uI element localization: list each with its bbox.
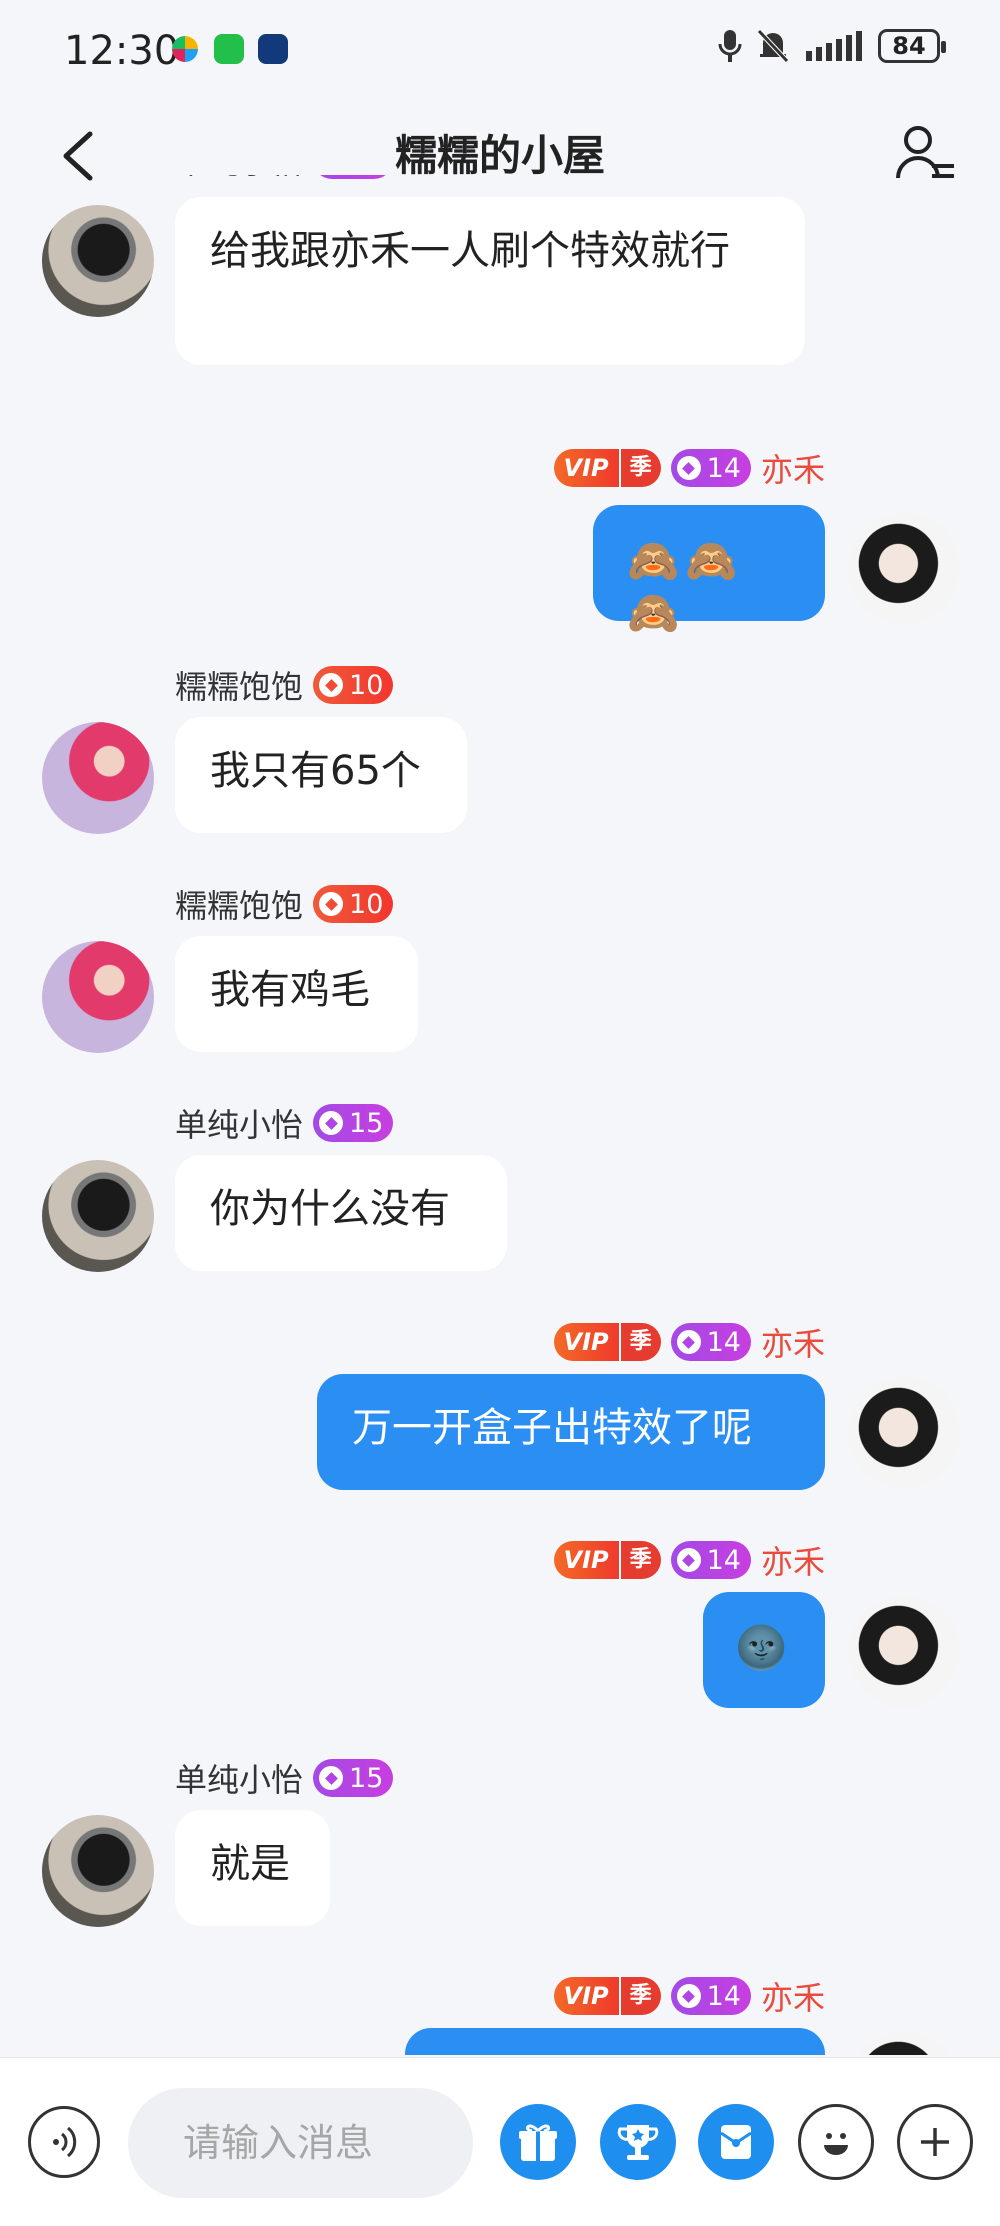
sender-meta: VIP 季 14 亦禾 xyxy=(553,445,825,491)
sender-name: 亦禾 xyxy=(760,1543,825,1581)
avatar[interactable] xyxy=(42,722,154,834)
gem-icon xyxy=(319,1111,344,1135)
avatar[interactable] xyxy=(42,205,154,317)
smile-icon xyxy=(824,2133,848,2155)
message-bubble[interactable] xyxy=(405,2028,825,2055)
avatar[interactable] xyxy=(42,941,154,1053)
voice-icon xyxy=(53,2126,77,2158)
avatar[interactable] xyxy=(848,2031,960,2055)
avatar[interactable] xyxy=(848,513,960,625)
sender-name: 糯糯饱饱 xyxy=(175,887,304,925)
message-bubble[interactable]: 就是 xyxy=(175,1810,330,1926)
sender-meta: 单纯小怡 15 xyxy=(175,175,394,183)
sender-meta: 单纯小怡 15 xyxy=(175,1100,394,1146)
red-packet-button[interactable] xyxy=(698,2104,774,2180)
level-badge: 10 xyxy=(313,666,394,704)
sender-name: 糯糯饱饱 xyxy=(175,668,304,706)
gem-icon xyxy=(676,1548,701,1572)
gem-icon xyxy=(319,892,344,916)
message-bubble[interactable]: 你为什么没有 xyxy=(175,1155,507,1271)
message-input[interactable] xyxy=(128,2088,473,2198)
wechat-icon xyxy=(214,34,244,64)
gem-icon xyxy=(676,1984,701,2008)
level-badge: 14 xyxy=(670,449,751,487)
avatar[interactable] xyxy=(848,1595,960,1707)
plus-icon xyxy=(921,2128,949,2156)
battery-icon: 84 xyxy=(878,29,946,63)
trophy-button[interactable] xyxy=(600,2104,676,2180)
level-badge: 15 xyxy=(313,1104,394,1142)
status-time: 12:30 xyxy=(64,28,180,74)
sender-name: 单纯小怡 xyxy=(175,1106,304,1144)
avatar[interactable] xyxy=(848,1377,960,1489)
gem-icon xyxy=(676,456,701,480)
message-list[interactable]: 单纯小怡 15 给我跟亦禾一人刷个特效就行 VIP季 14 亦禾 🙈🙈🙈 糯糯饱… xyxy=(0,175,1000,2055)
sender-name: 单纯小怡 xyxy=(175,1761,304,1799)
gift-icon xyxy=(519,2124,557,2161)
sender-meta: 糯糯饱饱 10 xyxy=(175,881,394,927)
vip-badge: VIP 季 xyxy=(553,1323,661,1361)
vip-badge: VIP 季 xyxy=(553,1541,661,1579)
sender-name: 亦禾 xyxy=(760,1979,825,2017)
sender-name: 亦禾 xyxy=(760,1325,825,1363)
sender-name: 单纯小怡 xyxy=(175,175,303,183)
more-button[interactable] xyxy=(897,2104,973,2180)
mute-bell-icon xyxy=(757,29,789,63)
sender-meta: VIP 季 14 亦禾 xyxy=(553,1537,825,1583)
signal-icon xyxy=(806,31,862,61)
app-notification-icon xyxy=(258,34,288,64)
input-bar xyxy=(0,2057,1000,2226)
page-title: 糯糯的小屋 xyxy=(394,131,605,180)
sender-meta: 糯糯饱饱 10 xyxy=(175,662,394,708)
level-badge: 10 xyxy=(313,885,394,923)
gem-icon xyxy=(319,673,344,697)
sender-meta: VIP 季 14 亦禾 xyxy=(553,1973,825,2019)
red-packet-icon xyxy=(720,2125,752,2159)
microphone-icon xyxy=(718,30,742,62)
gem-icon xyxy=(676,1330,701,1354)
message-bubble[interactable]: 给我跟亦禾一人刷个特效就行 xyxy=(175,197,805,365)
level-badge: 15 xyxy=(313,175,394,179)
message-bubble[interactable]: 🌚 xyxy=(703,1592,825,1708)
app-notification-icon xyxy=(172,36,198,62)
emoji-button[interactable] xyxy=(798,2104,874,2180)
message-bubble[interactable]: 我只有65个 xyxy=(175,717,467,833)
vip-badge: VIP 季 xyxy=(553,1977,661,2015)
voice-button[interactable] xyxy=(28,2106,100,2178)
gem-icon xyxy=(319,1766,344,1790)
message-bubble[interactable]: 🙈🙈🙈 xyxy=(593,505,825,637)
level-badge: 14 xyxy=(670,1977,751,2015)
avatar[interactable] xyxy=(42,1815,154,1927)
gift-button[interactable] xyxy=(500,2104,576,2180)
vip-badge: VIP 季 xyxy=(553,449,661,487)
avatar[interactable] xyxy=(42,1160,154,1272)
trophy-icon xyxy=(617,2125,659,2160)
status-bar: 12:30 84 xyxy=(0,0,1000,100)
status-indicators: 84 xyxy=(718,28,946,64)
level-badge: 14 xyxy=(670,1541,751,1579)
sender-meta: 单纯小怡 15 xyxy=(175,1755,394,1801)
message-bubble[interactable]: 万一开盒子出特效了呢 xyxy=(317,1374,825,1490)
sender-meta: VIP 季 14 亦禾 xyxy=(553,1319,825,1365)
sender-name: 亦禾 xyxy=(760,451,825,489)
level-badge: 15 xyxy=(313,1759,394,1797)
level-badge: 14 xyxy=(670,1323,751,1361)
message-bubble[interactable]: 我有鸡毛 xyxy=(175,936,418,1052)
